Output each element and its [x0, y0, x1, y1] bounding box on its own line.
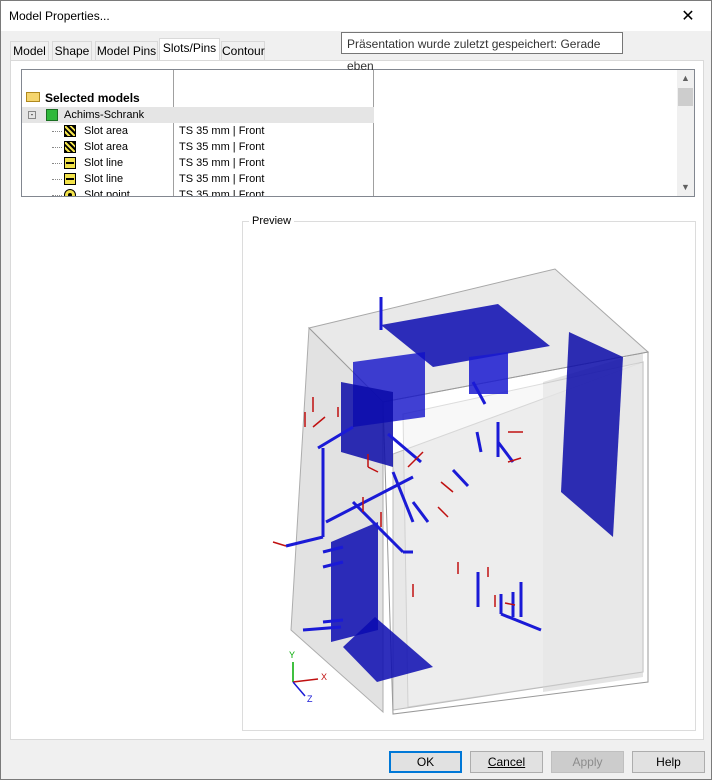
slot-area-icon — [64, 125, 76, 137]
axis-indicator — [292, 662, 319, 697]
tree-guide-line — [52, 163, 62, 164]
preview-label: Preview — [249, 215, 295, 227]
slot-name: Slot area — [84, 141, 129, 153]
tree-slot-row[interactable]: Slot point TS 35 mm | Front — [22, 187, 374, 197]
folder-icon — [26, 92, 40, 102]
model-cube-icon — [46, 109, 58, 121]
collapse-icon[interactable]: - — [28, 111, 36, 119]
slot-point-icon — [64, 189, 76, 196]
slot-value: TS 35 mm | Front — [179, 157, 265, 169]
title-bar: Model Properties... ✕ — [1, 1, 711, 31]
window-title: Model Properties... — [9, 9, 110, 23]
tab-slots-pins[interactable]: Slots/Pins — [159, 38, 220, 60]
tree-root-row[interactable]: Selected models — [22, 90, 374, 106]
cancel-button[interactable]: Cancel — [470, 751, 543, 773]
axis-z-label: Z — [307, 694, 313, 704]
tab-model[interactable]: Model — [10, 41, 49, 60]
slot-value: TS 35 mm | Front — [179, 173, 265, 185]
close-button[interactable]: ✕ — [665, 1, 711, 31]
scroll-up-icon[interactable]: ▲ — [677, 70, 694, 87]
preview-3d-viewport[interactable]: Y X Z — [243, 222, 693, 728]
scroll-down-icon[interactable]: ▼ — [677, 179, 694, 196]
tree-scrollbar[interactable]: ▲ ▼ — [677, 70, 694, 196]
slot-name: Slot area — [84, 125, 129, 137]
preview-group: Y X Z — [242, 221, 696, 731]
tree-slot-row[interactable]: Slot line TS 35 mm | Front — [22, 155, 374, 171]
scroll-thumb[interactable] — [678, 88, 693, 106]
tab-shape[interactable]: Shape — [52, 41, 92, 60]
slot-value: TS 35 mm | Front — [179, 189, 265, 197]
models-tree[interactable]: Selected models - Achims-Schrank Slot ar… — [21, 69, 695, 197]
tab-contour[interactable]: Contour — [221, 41, 265, 60]
tree-slot-row[interactable]: Slot area TS 35 mm | Front — [22, 123, 374, 139]
slot-name: Slot point — [84, 189, 130, 197]
help-button[interactable]: Help — [632, 751, 705, 773]
apply-button[interactable]: Apply — [551, 751, 624, 773]
axis-y-label: Y — [289, 650, 295, 660]
tree-guide-line — [52, 131, 62, 132]
tab-model-pins[interactable]: Model Pins — [95, 41, 158, 60]
slot-name: Slot line — [84, 157, 124, 169]
tree-guide-line — [52, 147, 62, 148]
model-properties-dialog: Model Properties... ✕ Model Shape Model … — [0, 0, 712, 780]
axis-x-label: X — [321, 672, 327, 682]
tree-slot-row[interactable]: Slot area TS 35 mm | Front — [22, 139, 374, 155]
tree-model-label: Achims-Schrank — [64, 109, 145, 121]
tree-slot-row[interactable]: Slot line TS 35 mm | Front — [22, 171, 374, 187]
tree-model-row[interactable]: - Achims-Schrank — [22, 107, 374, 123]
slot-line-icon — [64, 173, 76, 185]
slot-area-icon — [64, 141, 76, 153]
slot-name: Slot line — [84, 173, 124, 185]
close-icon: ✕ — [681, 8, 695, 25]
slots-pins-page: Selected models - Achims-Schrank Slot ar… — [10, 60, 704, 740]
save-status-tooltip: Präsentation wurde zuletzt gespeichert: … — [341, 32, 623, 73]
tree-guide-line — [52, 195, 62, 196]
slot-value: TS 35 mm | Front — [179, 141, 265, 153]
tree-root-label: Selected models — [45, 91, 140, 105]
ok-button[interactable]: OK — [389, 751, 462, 773]
slot-value: TS 35 mm | Front — [179, 125, 265, 137]
slot-line-icon — [64, 157, 76, 169]
tree-guide-line — [52, 179, 62, 180]
